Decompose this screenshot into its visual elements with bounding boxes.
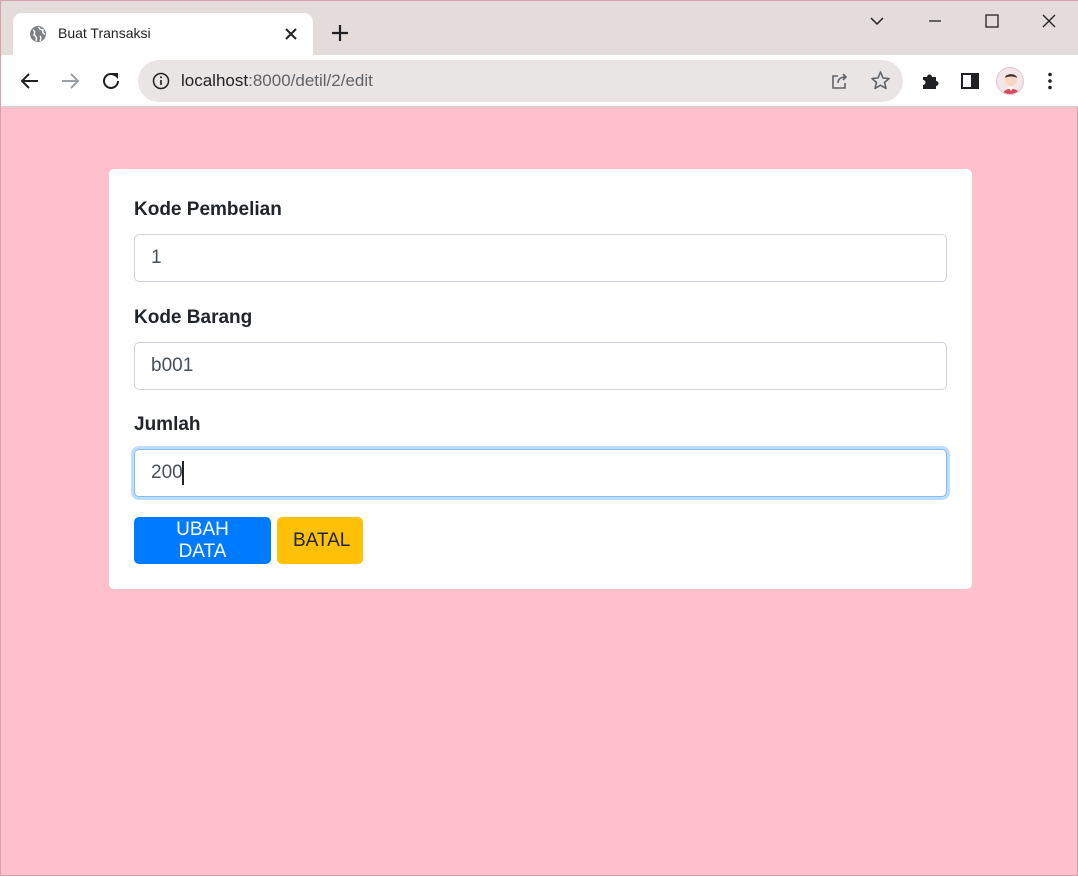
url-text: localhost:8000/detil/2/edit (181, 71, 373, 91)
more-vertical-icon[interactable] (1039, 70, 1061, 92)
text-caret (182, 461, 184, 485)
close-icon[interactable] (281, 24, 301, 44)
url-host: localhost (181, 71, 249, 90)
ubah-data-button[interactable]: UBAH DATA (134, 517, 271, 564)
extensions-puzzle-icon[interactable] (919, 70, 941, 92)
star-icon[interactable] (870, 70, 891, 91)
url-path: :8000/detil/2/edit (248, 71, 373, 90)
window-close-icon[interactable] (1039, 11, 1059, 31)
kode-barang-label: Kode Barang (134, 307, 253, 328)
profile-avatar[interactable] (996, 67, 1024, 95)
tab-strip: Buat Transaksi (1, 1, 1078, 55)
edit-form-card: Kode Pembelian Kode Barang Jumlah UBAH D… (109, 169, 972, 589)
batal-button[interactable]: BATAL (277, 517, 363, 564)
side-panel-icon[interactable] (959, 70, 981, 92)
browser-window: Buat Transaksi localhost:8000/detil/2/ed… (0, 0, 1078, 876)
forward-arrow-icon[interactable] (59, 70, 81, 92)
browser-toolbar: localhost:8000/detil/2/edit (1, 55, 1078, 107)
tab-buat-transaksi[interactable]: Buat Transaksi (13, 13, 313, 55)
share-icon[interactable] (830, 71, 850, 91)
tab-title: Buat Transaksi (58, 25, 151, 41)
chevron-down-icon[interactable] (867, 11, 887, 31)
kode-pembelian-input[interactable] (134, 234, 947, 282)
jumlah-label: Jumlah (134, 414, 201, 435)
jumlah-input[interactable] (134, 449, 947, 497)
address-bar[interactable]: localhost:8000/detil/2/edit (138, 60, 903, 102)
minimize-icon[interactable] (925, 11, 945, 31)
back-arrow-icon[interactable] (19, 70, 41, 92)
plus-icon[interactable] (329, 22, 351, 44)
maximize-icon[interactable] (982, 11, 1002, 31)
kode-barang-input[interactable] (134, 342, 947, 390)
reload-icon[interactable] (100, 70, 122, 92)
kode-pembelian-label: Kode Pembelian (134, 199, 282, 220)
globe-icon (29, 25, 47, 43)
info-icon[interactable] (152, 72, 170, 90)
